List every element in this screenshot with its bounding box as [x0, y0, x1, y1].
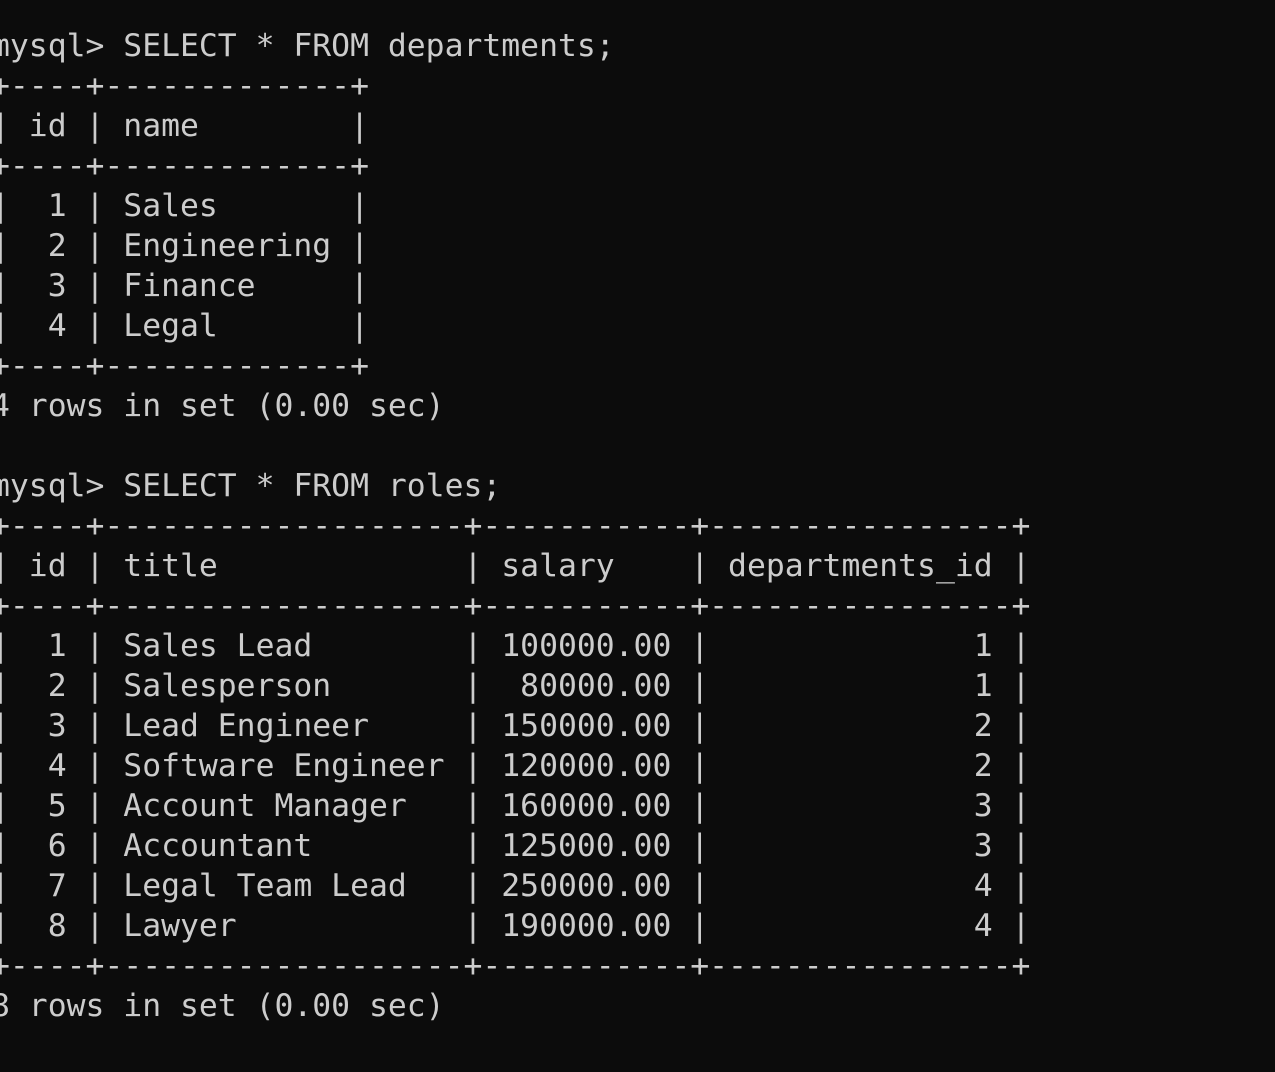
roles-table-row: | 3 | Lead Engineer | 150000.00 | 2 | [0, 708, 1031, 744]
roles-table-border-bottom: +----+-------------------+-----------+--… [0, 948, 1031, 984]
roles-result-summary: 8 rows in set (0.00 sec) [0, 988, 445, 1024]
departments-table-row: | 2 | Engineering | [0, 228, 369, 264]
departments-result-summary: 4 rows in set (0.00 sec) [0, 388, 445, 424]
departments-table-border-top: +----+-------------+ [0, 68, 369, 104]
roles-table-border-header: +----+-------------------+-----------+--… [0, 588, 1031, 624]
command-line-departments: mysql> SELECT * FROM departments; [0, 28, 615, 64]
departments-table-row: | 4 | Legal | [0, 308, 369, 344]
roles-table-row: | 4 | Software Engineer | 120000.00 | 2 … [0, 748, 1031, 784]
command-line-roles: mysql> SELECT * FROM roles; [0, 468, 502, 504]
roles-table-border-top: +----+-------------------+-----------+--… [0, 508, 1031, 544]
roles-table-row: | 1 | Sales Lead | 100000.00 | 1 | [0, 628, 1031, 664]
departments-table-border-header: +----+-------------+ [0, 148, 369, 184]
terminal-output[interactable]: mysql> SELECT * FROM departments; +----+… [0, 26, 1275, 1072]
roles-table-row: | 5 | Account Manager | 160000.00 | 3 | [0, 788, 1031, 824]
roles-table-row: | 6 | Accountant | 125000.00 | 3 | [0, 828, 1031, 864]
departments-table-row: | 3 | Finance | [0, 268, 369, 304]
departments-table-header: | id | name | [0, 108, 369, 144]
departments-table-border-bottom: +----+-------------+ [0, 348, 369, 384]
roles-table-row: | 8 | Lawyer | 190000.00 | 4 | [0, 908, 1031, 944]
roles-table-row: | 7 | Legal Team Lead | 250000.00 | 4 | [0, 868, 1031, 904]
roles-table-row: | 2 | Salesperson | 80000.00 | 1 | [0, 668, 1031, 704]
departments-table-row: | 1 | Sales | [0, 188, 369, 224]
roles-table-header: | id | title | salary | departments_id | [0, 548, 1031, 584]
